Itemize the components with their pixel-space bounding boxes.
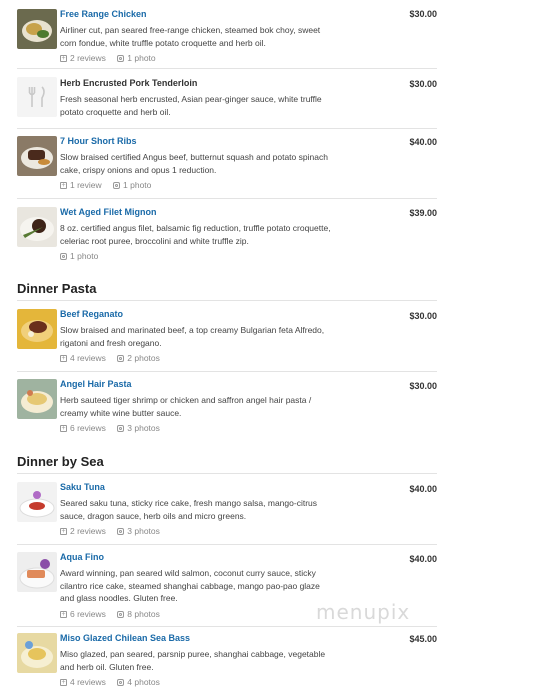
item-price: $30.00 bbox=[409, 9, 437, 19]
watermark-logo: menupix bbox=[316, 600, 411, 624]
menu-item[interactable]: Herb Encrusted Pork Tenderloin Fresh sea… bbox=[17, 68, 437, 129]
reviews-link[interactable]: 2 reviews bbox=[60, 526, 106, 537]
item-name: Herb Encrusted Pork Tenderloin bbox=[60, 78, 198, 88]
item-price: $30.00 bbox=[409, 311, 437, 321]
item-description: Slow braised and marinated beef, a top c… bbox=[60, 325, 325, 348]
menu-item[interactable]: Free Range Chicken Airliner cut, pan sea… bbox=[17, 0, 437, 69]
item-description: Award winning, pan seared wild salmon, c… bbox=[60, 568, 320, 603]
food-thumbnail bbox=[17, 77, 57, 117]
reviews-link[interactable]: 4 reviews bbox=[60, 353, 106, 364]
item-name-link[interactable]: Saku Tuna bbox=[60, 482, 437, 493]
camera-icon bbox=[117, 679, 125, 686]
food-thumbnail[interactable] bbox=[17, 9, 57, 49]
review-icon bbox=[60, 180, 67, 191]
item-price: $30.00 bbox=[409, 381, 437, 391]
menu-item[interactable]: Wet Aged Filet Mignon 8 oz. certified an… bbox=[17, 198, 437, 268]
food-thumbnail[interactable] bbox=[17, 379, 57, 419]
camera-icon bbox=[117, 425, 125, 432]
item-description: Herb sauteed tiger shrimp or chicken and… bbox=[60, 395, 312, 418]
food-thumbnail[interactable] bbox=[17, 207, 57, 247]
section-heading: Dinner Pasta bbox=[17, 281, 97, 296]
item-name-link[interactable]: Beef Reganato bbox=[60, 309, 437, 320]
photos-link[interactable]: 3 photos bbox=[117, 526, 160, 537]
item-name-link[interactable]: Wet Aged Filet Mignon bbox=[60, 207, 437, 218]
camera-icon bbox=[117, 610, 125, 618]
reviews-link[interactable]: 2 reviews bbox=[60, 53, 106, 64]
review-icon bbox=[60, 423, 67, 434]
reviews-link[interactable]: 6 reviews bbox=[60, 423, 106, 434]
review-icon bbox=[60, 526, 67, 537]
item-name-link[interactable]: Miso Glazed Chilean Sea Bass bbox=[60, 633, 437, 644]
food-thumbnail[interactable] bbox=[17, 136, 57, 176]
camera-icon bbox=[117, 528, 125, 535]
item-description: Slow braised certified Angus beef, butte… bbox=[60, 152, 328, 175]
review-icon bbox=[60, 677, 67, 688]
camera-icon bbox=[117, 55, 125, 62]
photos-link[interactable]: 1 photo bbox=[60, 251, 98, 262]
item-description: Airliner cut, pan seared free-range chic… bbox=[60, 25, 321, 48]
reviews-link[interactable]: 6 reviews bbox=[60, 609, 106, 620]
item-name-link[interactable]: Angel Hair Pasta bbox=[60, 379, 437, 390]
photos-link[interactable]: 1 photo bbox=[113, 180, 151, 191]
menu-item[interactable]: Miso Glazed Chilean Sea Bass Miso glazed… bbox=[17, 626, 437, 695]
section-heading: Dinner by Sea bbox=[17, 454, 104, 469]
item-price: $40.00 bbox=[409, 554, 437, 564]
camera-icon bbox=[113, 182, 121, 189]
item-name-link[interactable]: Free Range Chicken bbox=[60, 9, 437, 20]
food-thumbnail[interactable] bbox=[17, 482, 57, 522]
camera-icon bbox=[117, 355, 125, 362]
photos-link[interactable]: 8 photos bbox=[117, 609, 160, 620]
item-name-link[interactable]: 7 Hour Short Ribs bbox=[60, 136, 437, 147]
camera-icon bbox=[60, 253, 67, 260]
item-name-link[interactable]: Aqua Fino bbox=[60, 552, 437, 563]
reviews-link[interactable]: 1 review bbox=[60, 180, 102, 191]
item-price: $40.00 bbox=[409, 484, 437, 494]
menu-item[interactable]: Beef Reganato Slow braised and marinated… bbox=[17, 301, 437, 372]
menu-item[interactable]: Angel Hair Pasta Herb sauteed tiger shri… bbox=[17, 371, 437, 441]
photos-link[interactable]: 1 photo bbox=[117, 53, 156, 64]
item-price: $30.00 bbox=[409, 79, 437, 89]
food-thumbnail[interactable] bbox=[17, 309, 57, 349]
review-icon bbox=[60, 609, 67, 620]
item-description: Miso glazed, pan seared, parsnip puree, … bbox=[60, 649, 326, 672]
item-price: $45.00 bbox=[409, 634, 437, 644]
menu-item[interactable]: 7 Hour Short Ribs Slow braised certified… bbox=[17, 128, 437, 199]
reviews-link[interactable]: 4 reviews bbox=[60, 677, 106, 688]
photos-link[interactable]: 2 photos bbox=[117, 353, 160, 364]
menu-item[interactable]: Saku Tuna Seared saku tuna, sticky rice … bbox=[17, 474, 437, 545]
item-description: 8 oz. certified angus filet, balsamic fi… bbox=[60, 223, 331, 246]
food-thumbnail[interactable] bbox=[17, 552, 57, 592]
item-price: $40.00 bbox=[409, 137, 437, 147]
food-thumbnail[interactable] bbox=[17, 633, 57, 673]
item-description: Seared saku tuna, sticky rice cake, fres… bbox=[60, 498, 318, 521]
fork-knife-icon bbox=[17, 77, 57, 117]
photos-link[interactable]: 4 photos bbox=[117, 677, 160, 688]
review-icon bbox=[60, 53, 67, 64]
item-price: $39.00 bbox=[409, 208, 437, 218]
photos-link[interactable]: 3 photos bbox=[117, 423, 160, 434]
item-description: Fresh seasonal herb encrusted, Asian pea… bbox=[60, 94, 322, 117]
review-icon bbox=[60, 353, 67, 364]
